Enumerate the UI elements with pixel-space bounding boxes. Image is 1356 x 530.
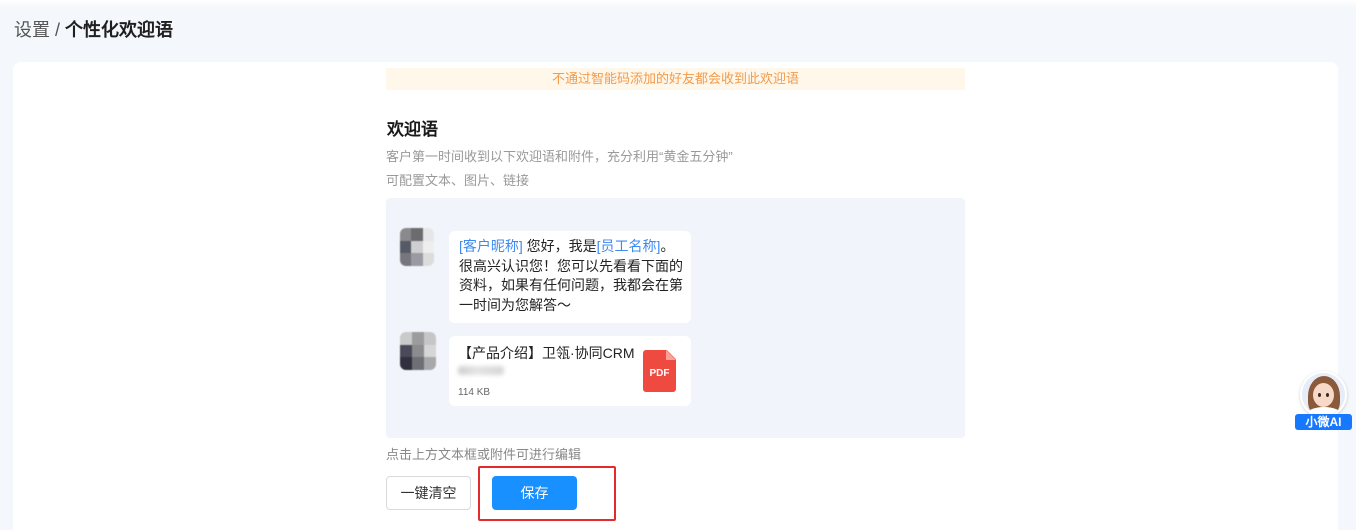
annotation-highlight-box (478, 466, 616, 521)
assistant-eye (1326, 393, 1329, 397)
avatar-mosaic-cell (422, 240, 434, 254)
avatar-mosaic-cell (412, 357, 424, 370)
avatar-mosaic-cell (400, 240, 412, 254)
avatar-mosaic-cell (400, 228, 412, 241)
customer-nickname-variable: [客户昵称] (459, 238, 523, 254)
message-preview: [客户昵称] 您好，我是[员工名称]。很高兴认识您！您可以先看看下面的资料，如果… (386, 198, 965, 438)
attachment-title: 【产品介绍】卫瓴·协同CRM (458, 345, 635, 361)
staff-name-variable: [员工名称] (596, 238, 661, 254)
avatar-mosaic-cell (422, 253, 434, 266)
assistant-label: 小微AI (1295, 414, 1352, 430)
welcome-text-bubble[interactable]: [客户昵称] 您好，我是[员工名称]。很高兴认识您！您可以先看看下面的资料，如果… (449, 231, 691, 323)
sender-avatar (400, 332, 436, 370)
edit-hint: 点击上方文本框或附件可进行编辑 (386, 447, 582, 462)
breadcrumb-separator: / (55, 20, 61, 40)
avatar-mosaic-cell (400, 357, 412, 370)
avatar-mosaic-cell (424, 332, 436, 345)
config-hint: 可配置文本、图片、链接 (386, 173, 530, 188)
assistant-face (1313, 383, 1334, 407)
assistant-eye (1318, 393, 1321, 397)
notice-banner: 不通过智能码添加的好友都会收到此欢迎语 (386, 68, 965, 90)
avatar-mosaic-cell (411, 253, 423, 266)
welcome-message-text: [客户昵称] 您好，我是[员工名称]。很高兴认识您！您可以先看看下面的资料，如果… (459, 237, 685, 315)
avatar-mosaic-cell (400, 332, 412, 345)
avatar-mosaic-cell (424, 344, 436, 358)
sender-avatar (400, 228, 434, 266)
clear-all-button[interactable]: 一键清空 (386, 476, 471, 510)
pdf-icon-label: PDF (649, 368, 670, 379)
assistant-avatar-icon (1300, 371, 1347, 418)
ai-assistant-widget[interactable]: 小微AI (1294, 370, 1354, 432)
pdf-icon-fold (666, 350, 676, 360)
section-title: 欢迎语 (387, 120, 438, 139)
avatar-mosaic-cell (412, 344, 424, 358)
top-nav-shadow (0, 0, 1356, 8)
attachment-size: 114 KB (458, 387, 491, 398)
attachment-card[interactable]: 【产品介绍】卫瓴·协同CRM 114 KB PDF (449, 336, 691, 406)
breadcrumb: 设置 / 个性化欢迎语 (14, 18, 173, 42)
avatar-mosaic-cell (411, 240, 423, 254)
page-title: 个性化欢迎语 (65, 20, 174, 40)
avatar-mosaic-cell (424, 357, 436, 370)
avatar-mosaic-cell (400, 253, 412, 266)
breadcrumb-parent-link[interactable]: 设置 (14, 20, 50, 40)
avatar-mosaic-cell (412, 332, 424, 345)
attachment-blurred-line (458, 366, 504, 375)
greeting-text: 您好，我是 (522, 238, 597, 254)
section-description: 客户第一时间收到以下欢迎语和附件，充分利用“黄金五分钟” (386, 149, 733, 164)
avatar-mosaic-cell (400, 344, 412, 358)
avatar-mosaic-cell (411, 228, 423, 241)
pdf-icon: PDF (643, 350, 676, 392)
avatar-mosaic-cell (422, 228, 434, 241)
